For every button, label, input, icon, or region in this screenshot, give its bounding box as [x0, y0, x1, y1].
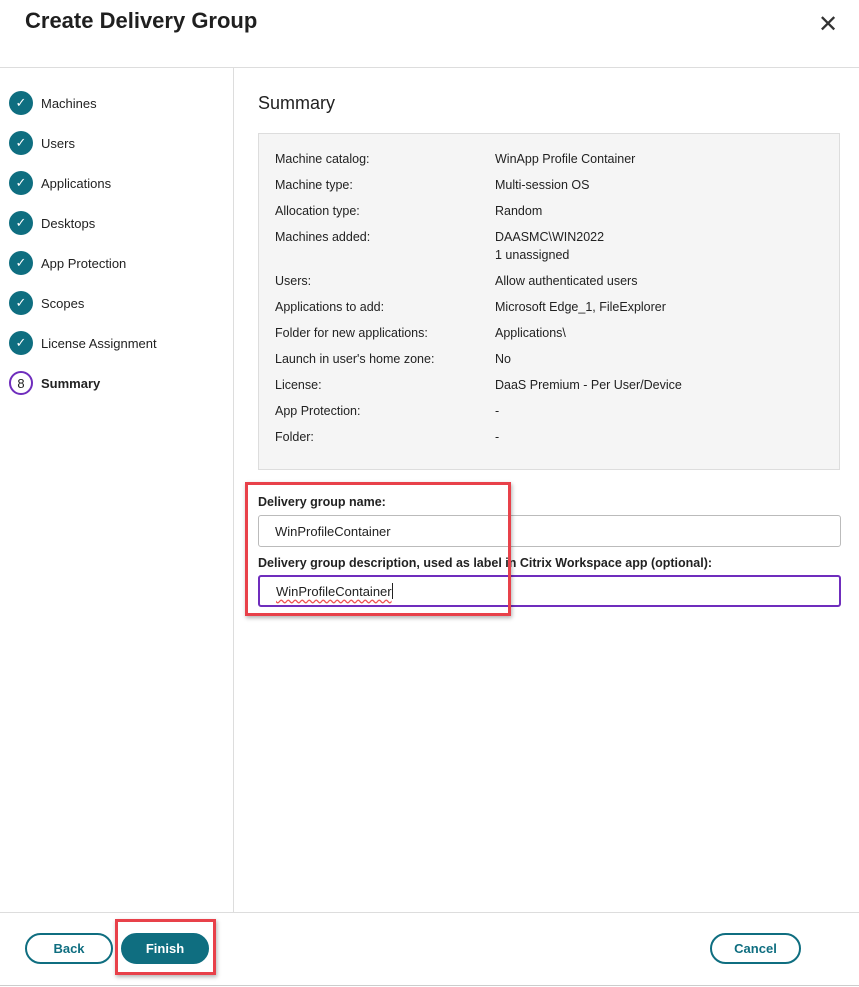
step-label: Desktops — [41, 215, 96, 231]
row-label: Applications to add: — [275, 300, 385, 314]
row-label: Launch in user's home zone: — [275, 352, 435, 366]
row-label: Allocation type: — [275, 204, 360, 218]
cancel-button[interactable]: Cancel — [710, 933, 801, 964]
step-label: Applications — [41, 175, 112, 191]
header-divider — [0, 67, 859, 68]
row-label: License: — [275, 378, 322, 392]
summary-row: App Protection: - — [275, 402, 499, 420]
check-icon: ✓ — [9, 91, 33, 115]
row-label: Folder for new applications: — [275, 326, 428, 340]
step-label: Users — [41, 135, 75, 151]
row-label: Machines added: — [275, 230, 371, 244]
footer-divider — [0, 912, 859, 913]
row-value: Multi-session OS — [495, 178, 590, 192]
check-icon: ✓ — [9, 251, 33, 275]
summary-row: Launch in user's home zone: No — [275, 350, 511, 368]
row-value: - — [495, 430, 500, 444]
back-button[interactable]: Back — [25, 933, 113, 964]
step-scopes[interactable]: ✓ Scopes — [9, 291, 84, 315]
row-value: Random — [495, 204, 543, 218]
summary-row: Applications to add: Microsoft Edge_1, Fi… — [275, 298, 666, 316]
row-label: Users: — [275, 274, 312, 288]
check-icon: ✓ — [9, 211, 33, 235]
step-app-protection[interactable]: ✓ App Protection — [9, 251, 126, 275]
summary-row: Machine type: Multi-session OS — [275, 176, 589, 194]
step-users[interactable]: ✓ Users — [9, 131, 75, 155]
summary-row: Folder: - — [275, 428, 499, 446]
summary-title: Summary — [258, 93, 336, 113]
summary-row: Machine catalog: WinApp Profile Container — [275, 150, 635, 168]
row-value: - — [495, 404, 500, 418]
close-icon[interactable]: ✕ — [818, 10, 838, 39]
step-label: Summary — [41, 375, 101, 391]
sidebar-divider — [233, 68, 234, 912]
step-label: Scopes — [41, 295, 85, 311]
step-summary[interactable]: 8 Summary — [9, 371, 100, 395]
row-value: DaaS Premium - Per User/Device — [495, 378, 682, 392]
summary-row: Machines added: DAASMC\WIN2022 1 unassigne… — [275, 228, 604, 262]
check-icon: ✓ — [9, 171, 33, 195]
row-label: Machine type: — [275, 178, 353, 192]
check-icon: ✓ — [9, 291, 33, 315]
step-number: 8 — [9, 371, 33, 395]
summary-row: Allocation type: Random — [275, 202, 542, 220]
summary-row: Users: Allow authenticated users — [275, 272, 637, 290]
step-label: App Protection — [41, 255, 127, 271]
row-value: 1 unassigned — [495, 248, 570, 262]
step-applications[interactable]: ✓ Applications — [9, 171, 111, 195]
bottom-divider — [0, 985, 859, 986]
dialog-title: Create Delivery Group — [25, 8, 258, 33]
row-value: Applications\ — [495, 326, 566, 340]
row-label: App Protection: — [275, 404, 361, 418]
step-label: Machines — [41, 95, 97, 111]
highlight-box — [115, 919, 216, 975]
row-value: No — [495, 352, 511, 366]
check-icon: ✓ — [9, 131, 33, 155]
step-license-assignment[interactable]: ✓ License Assignment — [9, 331, 157, 355]
summary-row: Folder for new applications: Applications… — [275, 324, 566, 342]
row-value: Allow authenticated users — [495, 274, 638, 288]
step-label: License Assignment — [41, 335, 157, 351]
highlight-box — [245, 482, 511, 616]
check-icon: ✓ — [9, 331, 33, 355]
row-value: DAASMC\WIN2022 — [495, 230, 605, 244]
step-machines[interactable]: ✓ Machines — [9, 91, 97, 115]
summary-panel: Machine catalog: WinApp Profile Container… — [258, 133, 840, 470]
row-value: WinApp Profile Container — [495, 152, 636, 166]
row-label: Machine catalog: — [275, 152, 370, 166]
row-value: Microsoft Edge_1, FileExplorer — [495, 300, 666, 314]
summary-row: License: DaaS Premium - Per User/Device — [275, 376, 682, 394]
step-desktops[interactable]: ✓ Desktops — [9, 211, 95, 235]
row-label: Folder: — [275, 430, 314, 444]
